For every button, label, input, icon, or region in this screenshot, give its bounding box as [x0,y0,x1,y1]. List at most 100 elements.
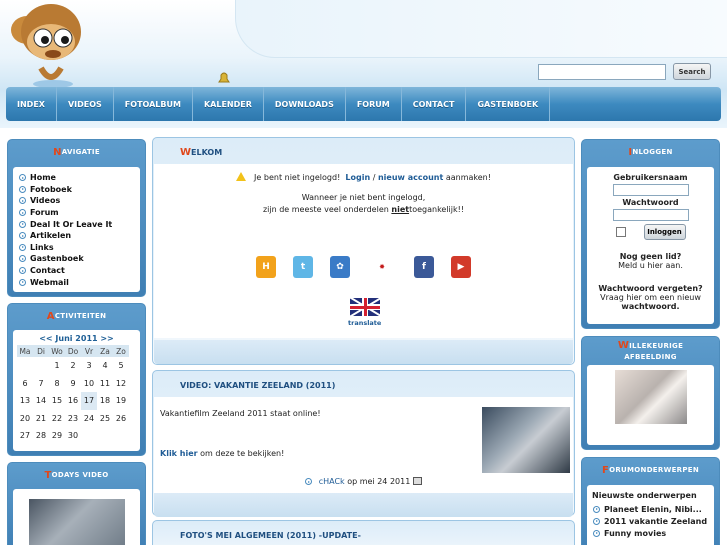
calendar-weekday: Za [97,345,113,357]
register-link[interactable]: Meld u hier aan. [587,261,714,270]
print-icon[interactable] [412,477,422,485]
calendar-day[interactable]: 21 [33,410,49,428]
calendar-day[interactable]: 3 [81,357,97,375]
sidebar-item-forum[interactable]: Forum [19,207,134,219]
calendar-day[interactable]: 4 [97,357,113,375]
login-prompt: Je bent niet ingelogd! Login / nieuw acc… [154,172,573,182]
calendar-day[interactable]: 10 [81,375,97,393]
click-here-link[interactable]: Klik hier [160,449,198,458]
calendar-day[interactable]: 15 [49,392,65,410]
sidebar-item-contact[interactable]: Contact [19,265,134,277]
login-form: Gebruikersnaam Wachtwoord Inloggen Nog g… [587,167,714,324]
calendar-grid: Ma Di Wo Do Vr Za Zo 1 2 3 4 5 6 7 8 9 10 11 12 13 14 15 16 17… [17,345,129,445]
sidebar-item-fotoboek[interactable]: Fotoboek [19,184,134,196]
calendar-day[interactable]: 12 [113,375,129,393]
forum-heading: Nieuwste onderwerpen [592,491,697,500]
todays-video-thumbnail[interactable] [28,499,125,545]
calendar-day[interactable]: 17 [81,392,97,410]
username-input[interactable] [612,184,689,196]
arrow-bullet-icon [19,209,26,217]
welcome-message: Wanneer je niet bent ingelogd, zijn de m… [262,193,465,214]
calendar-day[interactable]: 29 [49,427,65,445]
sidebar-item-artikelen[interactable]: Artikelen [19,230,134,242]
calendar-day[interactable]: 1 [49,357,65,375]
facebook-icon[interactable]: f [414,256,434,278]
nav-forum[interactable]: FORUM [346,87,402,121]
nav-kalender[interactable]: KALENDER [193,87,264,121]
sidebar-item-webmail[interactable]: Webmail [19,276,134,288]
translate-link[interactable]: translate [348,319,381,327]
author-link[interactable]: cHACk [319,477,345,486]
forum-topic[interactable]: Funny movies [587,527,714,539]
calendar-day[interactable]: 8 [49,375,65,393]
remember-checkbox[interactable] [615,227,626,237]
calendar-day[interactable]: 22 [49,410,65,428]
calendar-day[interactable]: 2 [65,357,81,375]
todays-video-panel: T ODAYS VIDEO [7,462,146,545]
article-title[interactable]: VIDEO: VAKANTIE ZEELAND (2011) [153,371,574,399]
sidebar-item-videos[interactable]: Videos [19,195,134,207]
calendar-day[interactable]: 23 [65,410,81,428]
new-account-link[interactable]: nieuw account [378,173,443,182]
calendar-day[interactable]: 9 [65,375,81,393]
search-button[interactable]: Search [673,63,711,80]
uk-flag-icon[interactable] [350,298,380,316]
request-password-link-2[interactable]: wachtwoord. [587,302,714,311]
nav-index[interactable]: INDEX [6,87,57,121]
calendar-day[interactable]: 28 [33,427,49,445]
sidebar-item-deal[interactable]: Deal It Or Leave It [19,218,134,230]
calendar-day[interactable]: 25 [97,410,113,428]
twitter-icon[interactable]: t [293,256,313,278]
forum-topic[interactable]: 2011 vakantie Zeeland [587,515,714,527]
todays-video-body [13,489,140,545]
calendar-month-nav[interactable]: << Juni 2011 >> [13,334,140,343]
sidebar-item-gastenboek[interactable]: Gastenboek [19,253,134,265]
calendar-day[interactable]: 24 [81,410,97,428]
random-photo[interactable] [614,370,687,424]
forgot-password-text: Wachtwoord vergeten? [598,284,703,293]
random-image-panel: WILLEKEURIGE AFBEELDING [581,336,720,450]
calendar-day[interactable]: 11 [97,375,113,393]
welkom-body: Je bent niet ingelogd! Login / nieuw acc… [154,164,573,338]
calendar-day[interactable]: 20 [17,410,33,428]
article-link-line: Klik hier om deze te bekijken! [160,449,285,458]
calendar-day[interactable]: 5 [113,357,129,375]
nav-gastenboek[interactable]: GASTENBOEK [466,87,551,121]
wordpress-icon[interactable]: ✸ [367,256,397,278]
inloggen-panel: I NLOGGEN Gebruikersnaam Wachtwoord Inlog… [581,139,720,329]
sidebar-item-links[interactable]: Links [19,242,134,254]
nav-downloads[interactable]: DOWNLOADS [264,87,346,121]
monkey-mascot-logo[interactable] [5,2,97,90]
msn-icon[interactable]: ✿ [330,256,350,278]
calendar-day[interactable]: 7 [33,375,49,393]
username-label: Gebruikersnaam [613,173,688,182]
calendar-day[interactable]: 18 [97,392,113,410]
nav-fotoalbum[interactable]: FOTOALBUM [114,87,193,121]
calendar-day[interactable]: 27 [17,427,33,445]
calendar-day[interactable]: 14 [33,392,49,410]
arrow-bullet-icon [593,517,600,525]
login-link[interactable]: Login [345,173,370,182]
calendar-day[interactable]: 30 [65,427,81,445]
forum-topic[interactable]: Planeet Elenin, Nibi... [587,503,714,515]
arrow-bullet-icon [19,267,26,275]
youtube-icon[interactable]: ▶ [451,256,471,278]
welkom-panel: W ELKOM Je bent niet ingelogd! Login / ni… [152,137,575,365]
video-thumbnail[interactable] [482,407,570,473]
calendar-day[interactable]: 16 [65,392,81,410]
sidebar-item-home[interactable]: Home [19,172,134,184]
calendar-weekday: Ma [17,345,33,357]
search-input[interactable] [538,64,666,80]
photos-article-title[interactable]: FOTO'S MEI ALGEMEEN (2011) -UPDATE- [153,521,574,545]
login-button[interactable]: Inloggen [643,224,686,240]
nav-contact[interactable]: CONTACT [402,87,467,121]
nav-videos[interactable]: VIDEOS [57,87,114,121]
request-password-link[interactable]: Vraag hier om een nieuw [587,293,714,302]
password-input[interactable] [612,209,689,221]
calendar-day[interactable]: 19 [113,392,129,410]
calendar-day[interactable]: 6 [17,375,33,393]
hyves-icon[interactable]: H [256,256,276,278]
calendar-day[interactable]: 13 [17,392,33,410]
calendar-day[interactable]: 26 [113,410,129,428]
header-banner [235,0,727,58]
